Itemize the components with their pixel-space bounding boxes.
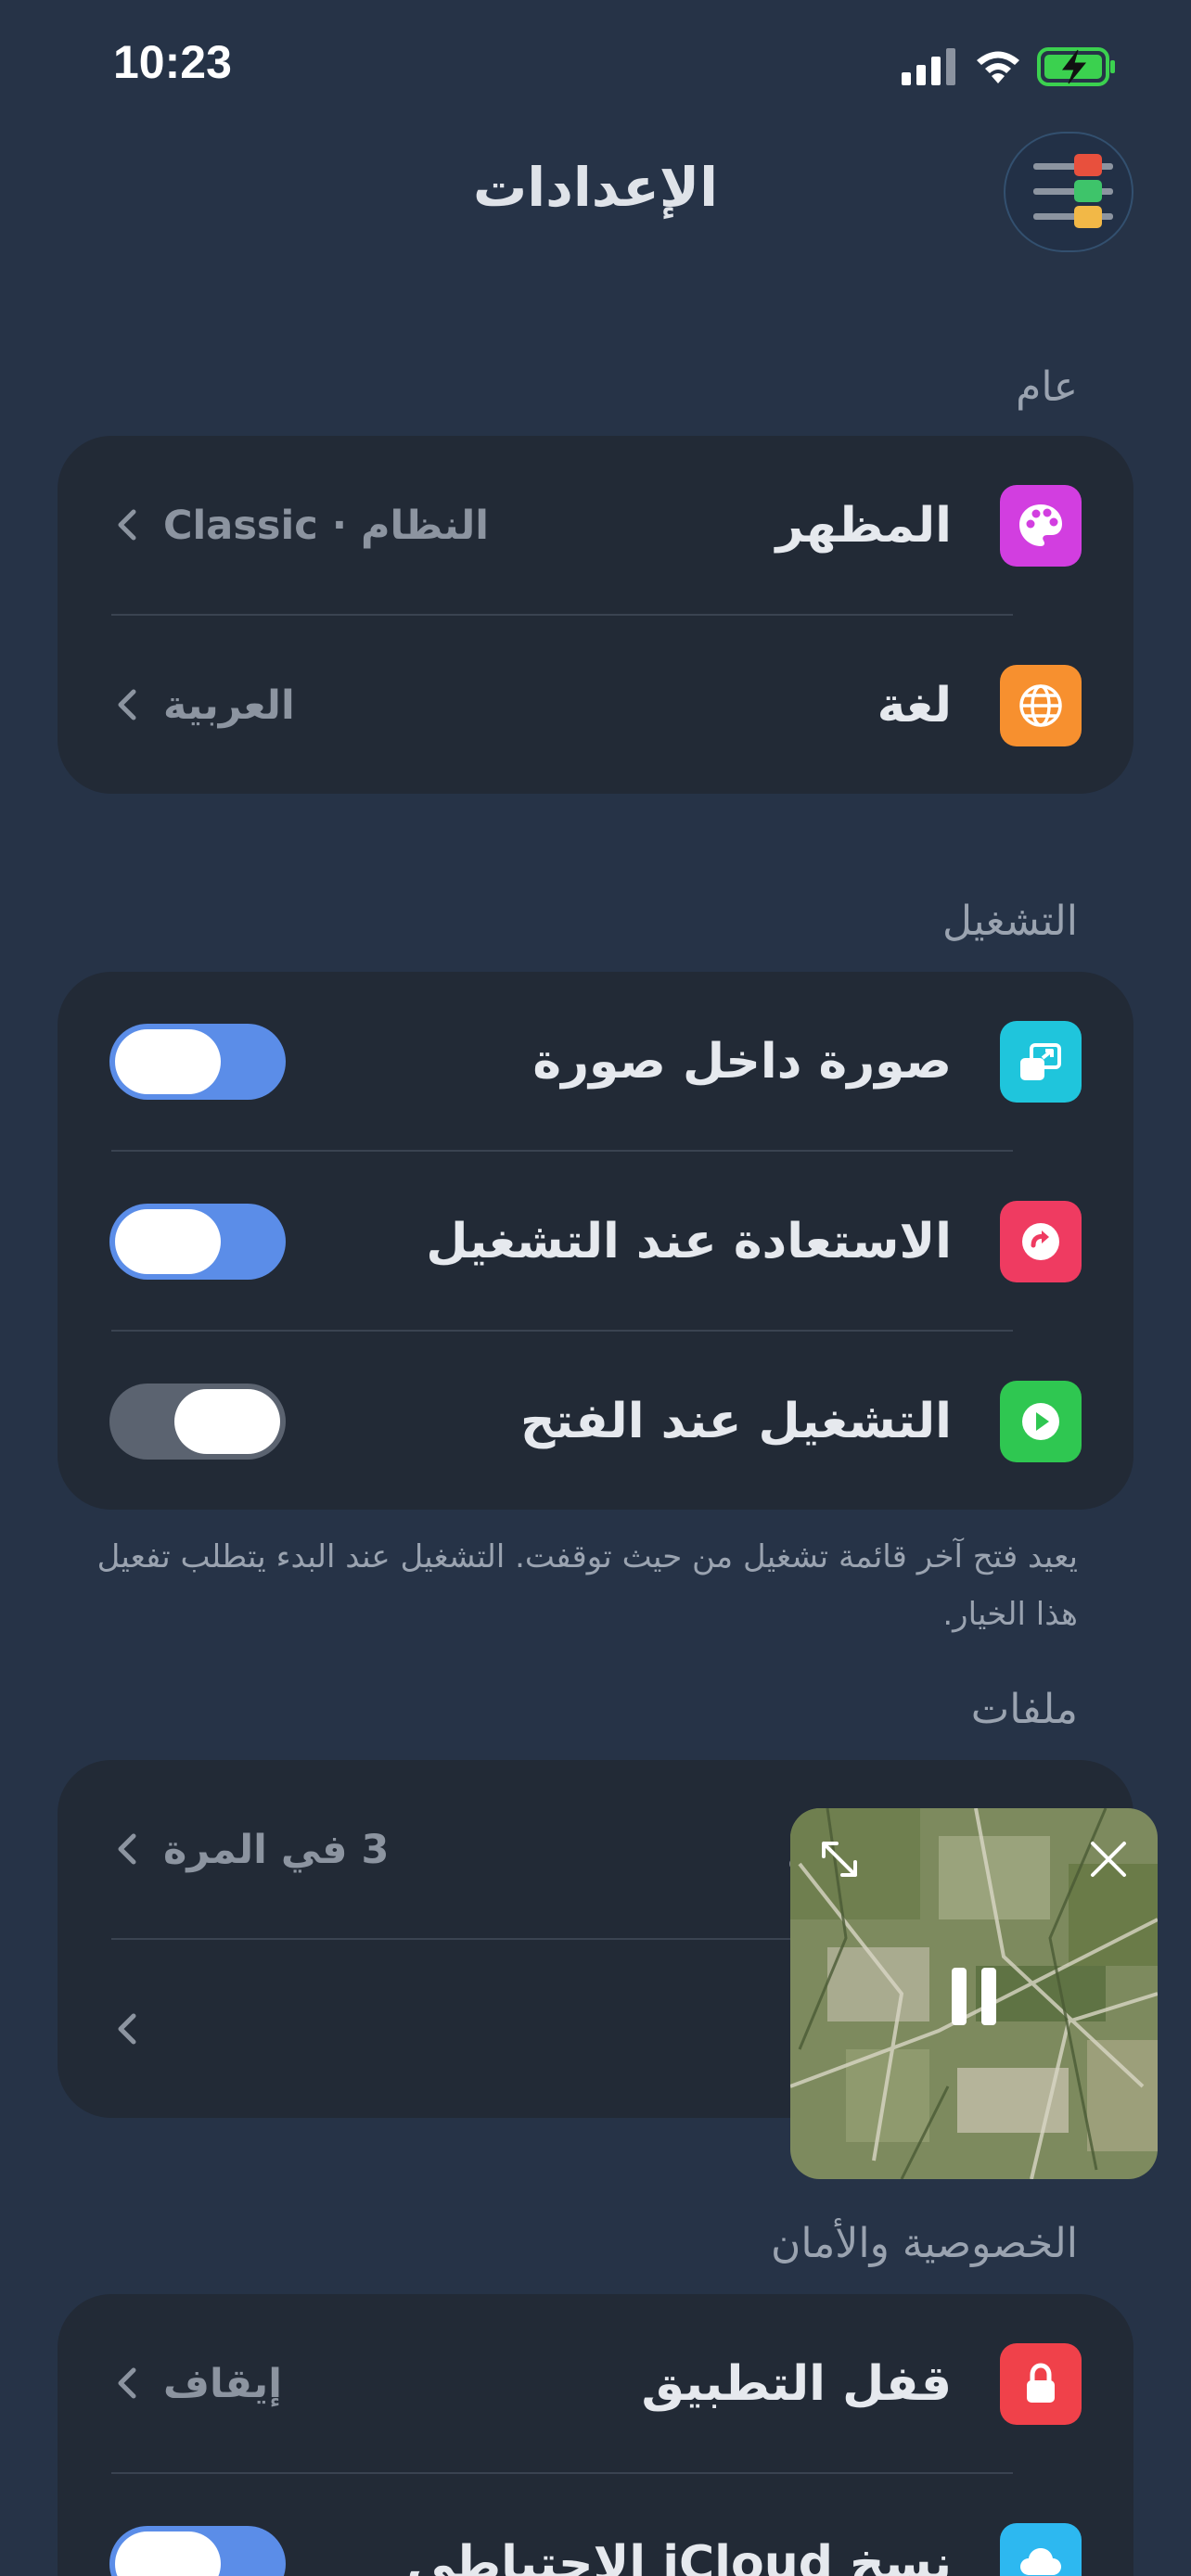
chevron-left-icon: [118, 509, 136, 541]
lock-icon: [1000, 2343, 1082, 2425]
play-icon: [1000, 1381, 1082, 1462]
resume-icon: [1000, 1201, 1082, 1282]
wifi-icon: [977, 51, 1019, 83]
resume-label: الاستعادة عند التشغيل: [426, 1214, 952, 1269]
pip-toggle[interactable]: [109, 1024, 286, 1100]
autoplay-toggle[interactable]: [109, 1384, 286, 1460]
globe-icon: [1000, 665, 1082, 746]
cloud-icon: [1000, 2523, 1082, 2576]
menu-button[interactable]: [1004, 132, 1133, 252]
section-label-playback: التشغيل: [942, 898, 1078, 945]
resume-row: الاستعادة عند التشغيل: [58, 1152, 1133, 1332]
icloud-backup-row: نسخ iCloud الاحتياطي: [58, 2474, 1133, 2576]
general-card: المظهر النظام · Classic لغة العربية: [58, 436, 1133, 794]
app-lock-value: إيقاف: [163, 2361, 282, 2407]
autoplay-label: التشغيل عند الفتح: [520, 1394, 952, 1449]
chevron-left-icon: [118, 2013, 136, 2045]
autoplay-row: التشغيل عند الفتح: [58, 1332, 1133, 1511]
pip-player[interactable]: [790, 1808, 1158, 2179]
palette-icon: [1000, 485, 1082, 567]
app-lock-row[interactable]: قفل التطبيق إيقاف: [58, 2294, 1133, 2474]
section-label-files: ملفات: [970, 1686, 1078, 1733]
pip-icon: [1000, 1021, 1082, 1103]
cellular-signal-icon: [902, 48, 955, 85]
privacy-card: قفل التطبيق إيقاف نسخ iCloud الاحتياطي: [58, 2294, 1133, 2576]
status-time: 10:23: [113, 36, 232, 88]
sliders-menu-icon: [1033, 154, 1113, 228]
chevron-left-icon: [118, 689, 136, 721]
language-value: العربية: [163, 682, 295, 729]
playback-card: صورة داخل صورة الاستعادة عند التشغيل الت…: [58, 972, 1133, 1510]
app-lock-label: قفل التطبيق: [641, 2356, 952, 2412]
playback-footnote: يعيد فتح آخر قائمة تشغيل من حيث توقفت. ا…: [96, 1538, 1078, 1633]
chevron-left-icon: [118, 2367, 136, 2399]
appearance-label: المظهر: [775, 498, 952, 554]
close-icon[interactable]: [1085, 1836, 1132, 1882]
section-label-general: عام: [1016, 363, 1078, 411]
icloud-backup-toggle[interactable]: [109, 2526, 286, 2576]
language-row[interactable]: لغة العربية: [58, 616, 1133, 796]
battery-charging-icon: [1037, 47, 1115, 86]
appearance-row[interactable]: المظهر النظام · Classic: [58, 436, 1133, 616]
appearance-value: النظام · Classic: [163, 503, 489, 549]
resume-toggle[interactable]: [109, 1204, 286, 1280]
download-value: 3 في المرة: [163, 1827, 390, 1873]
expand-icon[interactable]: [816, 1836, 863, 1882]
pip-row: صورة داخل صورة: [58, 972, 1133, 1152]
pause-icon[interactable]: [946, 1964, 1002, 2029]
pip-label: صورة داخل صورة: [532, 1034, 952, 1090]
chevron-left-icon: [118, 1833, 136, 1865]
icloud-backup-label: نسخ iCloud الاحتياطي: [406, 2536, 952, 2576]
language-label: لغة: [877, 678, 952, 733]
section-label-privacy: الخصوصية والأمان: [771, 2220, 1078, 2267]
